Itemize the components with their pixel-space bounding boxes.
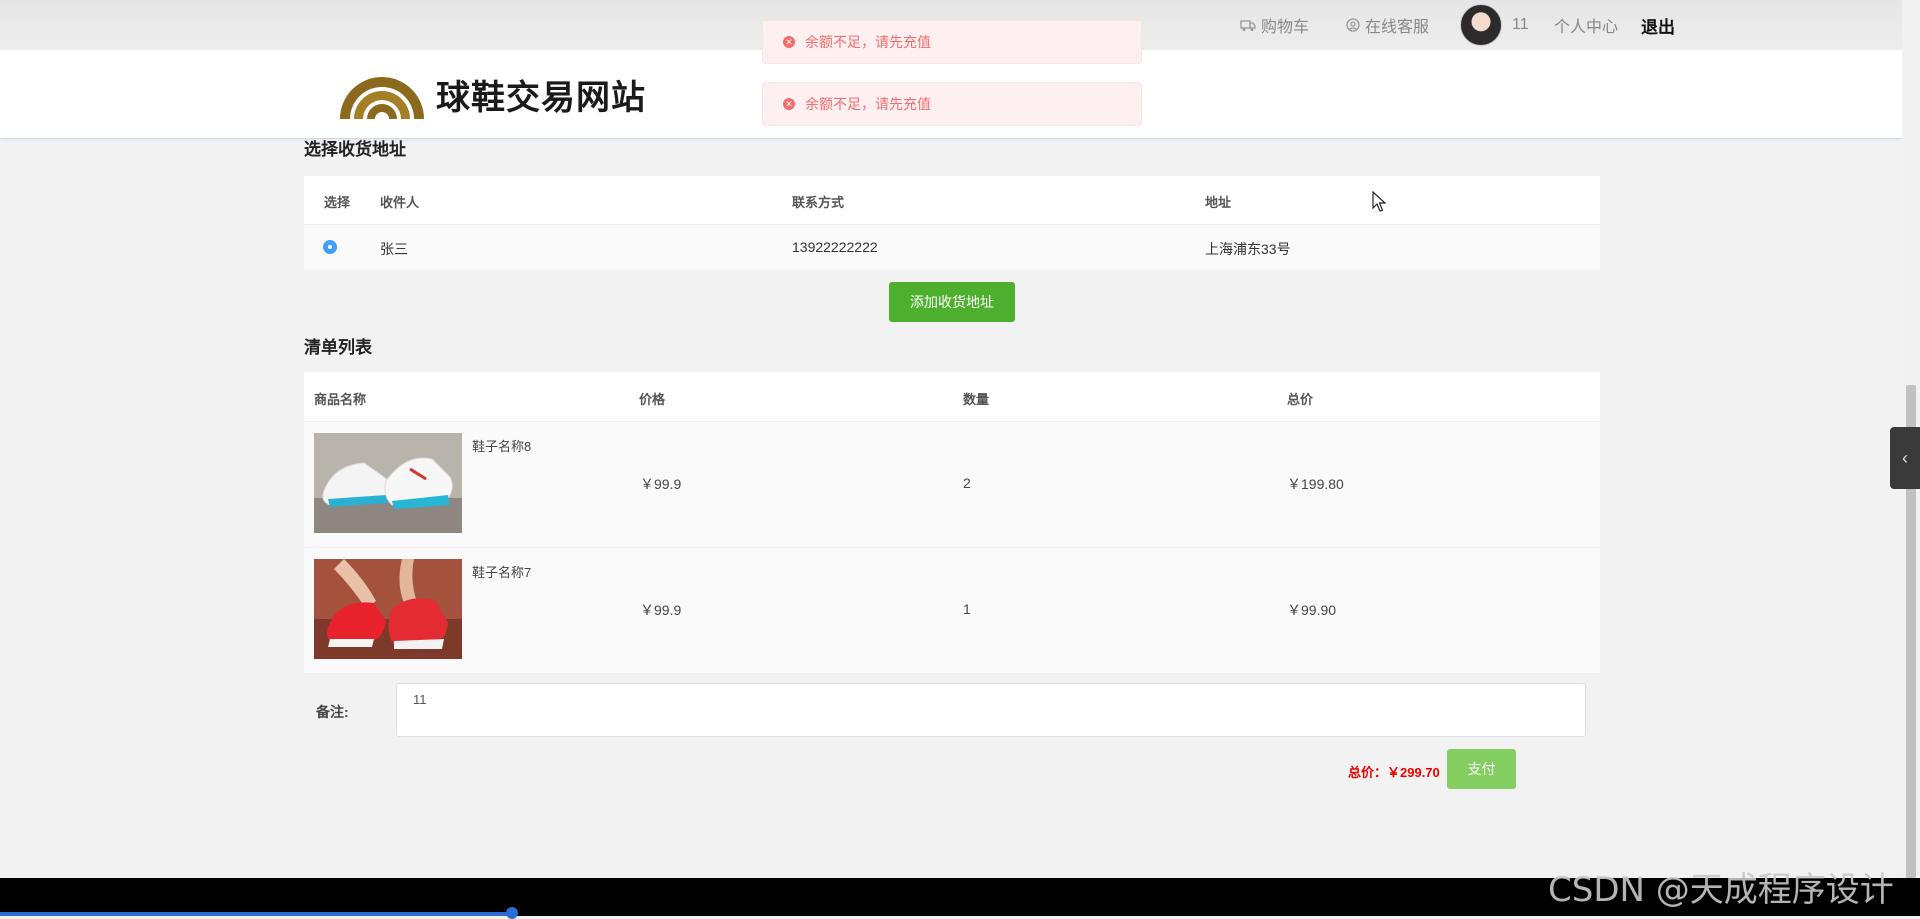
- profile-link[interactable]: 个人中心: [1554, 13, 1618, 37]
- cart-label: 购物车: [1261, 19, 1310, 36]
- order-table: 商品名称 价格 数量 总价 鞋子名称8 ￥99.9 2 ￥199.80 鞋子名称…: [304, 372, 1600, 674]
- mouse-cursor-icon: [1372, 191, 1386, 212]
- side-panel-toggle[interactable]: ‹: [1890, 427, 1920, 489]
- error-toast: ✕ 余额不足，请先充值: [762, 82, 1142, 126]
- col-recipient: 收件人: [380, 195, 420, 210]
- order-total: 总价：￥299.70: [1348, 765, 1440, 780]
- col-total: 总价: [1287, 392, 1314, 407]
- product-image[interactable]: [314, 559, 462, 659]
- order-row: 鞋子名称7 ￥99.9 1 ￥99.90: [304, 548, 1600, 674]
- progress-handle[interactable]: [506, 907, 518, 919]
- recipient-address: 上海浦东33号: [1205, 241, 1291, 257]
- product-qty: 1: [963, 601, 971, 617]
- product-name[interactable]: 鞋子名称7: [472, 562, 531, 581]
- order-row: 鞋子名称8 ￥99.9 2 ￥199.80: [304, 422, 1600, 548]
- toast-message: 余额不足，请先充值: [805, 96, 931, 112]
- logo-arc-icon: [340, 77, 424, 119]
- product-total: ￥199.80: [1287, 476, 1344, 492]
- remark-input[interactable]: 11: [396, 683, 1586, 737]
- truck-icon: [1240, 20, 1256, 31]
- remark-label: 备注:: [316, 704, 349, 720]
- col-address: 地址: [1205, 195, 1232, 210]
- order-section-title: 清单列表: [304, 338, 372, 357]
- pay-button[interactable]: 支付: [1447, 749, 1516, 789]
- recipient-phone: 13922222222: [792, 239, 878, 255]
- toast-message: 余额不足，请先充值: [805, 34, 931, 50]
- col-select: 选择: [324, 195, 351, 210]
- chevron-left-icon: ‹: [1902, 448, 1908, 468]
- site-title: 球鞋交易网站: [436, 77, 646, 118]
- logout-link[interactable]: 退出: [1641, 13, 1675, 38]
- col-price: 价格: [639, 392, 666, 407]
- error-icon: ✕: [783, 98, 795, 110]
- product-name[interactable]: 鞋子名称8: [472, 436, 531, 455]
- error-toast: ✕ 余额不足，请先充值: [762, 20, 1142, 64]
- site-logo[interactable]: 球鞋交易网站: [338, 67, 646, 121]
- watermark: CSDN @天成程序设计: [1548, 870, 1894, 910]
- address-radio[interactable]: [323, 240, 337, 254]
- address-section-title: 选择收货地址: [304, 140, 406, 159]
- headset-icon: [1346, 18, 1360, 32]
- add-address-button[interactable]: 添加收货地址: [889, 282, 1015, 322]
- error-icon: ✕: [783, 36, 795, 48]
- product-image[interactable]: [314, 433, 462, 533]
- username: 11: [1512, 16, 1529, 33]
- service-link[interactable]: 在线客服: [1346, 0, 1429, 50]
- recipient-name: 张三: [380, 241, 408, 257]
- product-total: ￥99.90: [1287, 602, 1337, 618]
- progress-bar: [0, 912, 512, 916]
- order-table-header: 商品名称 价格 数量 总价: [304, 372, 1600, 422]
- service-label: 在线客服: [1365, 19, 1430, 36]
- product-qty: 2: [963, 475, 971, 491]
- address-table-header: 选择 收件人 联系方式 地址: [304, 176, 1600, 225]
- col-phone: 联系方式: [792, 195, 845, 210]
- col-qty: 数量: [963, 392, 990, 407]
- avatar[interactable]: [1460, 4, 1502, 46]
- product-price: ￥99.9: [640, 476, 682, 492]
- product-price: ￥99.9: [640, 602, 682, 618]
- col-product: 商品名称: [314, 392, 367, 407]
- cart-link[interactable]: 购物车: [1240, 0, 1309, 50]
- address-table: 选择 收件人 联系方式 地址 张三 13922222222 上海浦东33号: [304, 176, 1600, 270]
